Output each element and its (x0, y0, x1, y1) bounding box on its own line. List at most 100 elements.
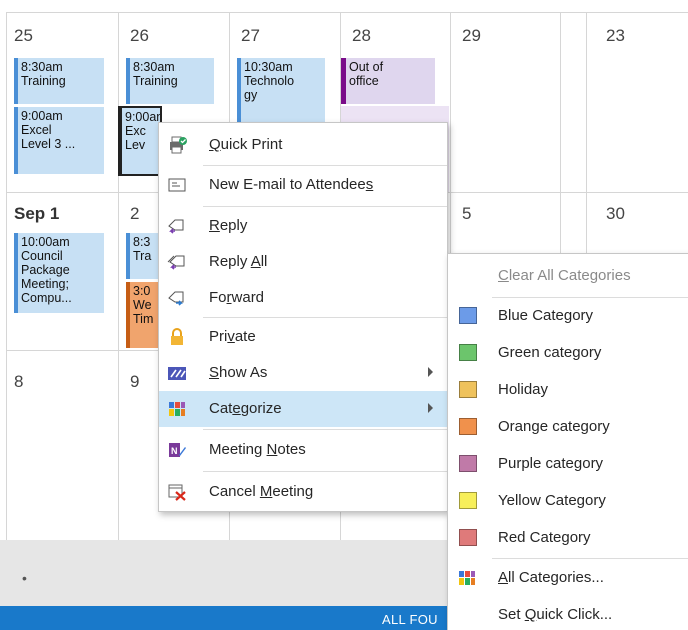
menu-item-reply[interactable]: Reply (159, 208, 447, 244)
menu-item-label: Red Category (498, 529, 591, 546)
quick-print-icon (170, 136, 187, 154)
event-training[interactable]: 8:30am Training (126, 58, 214, 104)
event-title: Exc (125, 124, 146, 138)
context-menu: Quick Print New E-mail to Attendees Repl… (158, 122, 448, 512)
category-holiday[interactable]: Holiday (448, 372, 688, 409)
event-council-meeting[interactable]: 10:00am Council Package Meeting; Compu..… (14, 233, 104, 313)
submenu-arrow-icon (428, 403, 433, 413)
event-training[interactable]: 8:30am Training (14, 58, 104, 104)
menu-item-label: Cancel Meeting (209, 483, 314, 500)
email-icon (168, 178, 186, 192)
day-number[interactable]: 27 (241, 26, 260, 46)
menu-item-private[interactable]: Private (159, 319, 447, 355)
menu-item-label: Set Quick Click... (498, 606, 613, 623)
event-technology[interactable]: 10:30am Technolo gy (237, 58, 325, 122)
menu-item-label: Reply (209, 217, 248, 234)
event-title: office (349, 74, 379, 88)
menu-item-label: New E-mail to Attendees (209, 176, 374, 193)
show-as-icon (168, 367, 186, 380)
categorize-submenu: Clear All Categories Blue Category Green… (447, 253, 688, 630)
menu-item-forward[interactable]: Forward (159, 280, 447, 316)
event-title: Training (21, 74, 66, 88)
menu-item-quick-print[interactable]: Quick Print (159, 127, 447, 163)
day-number[interactable]: 30 (606, 204, 625, 224)
menu-item-label: Show As (209, 364, 268, 381)
menu-item-label: Purple category (498, 455, 604, 472)
status-strip-label: ALL FOU (382, 612, 438, 627)
menu-item-label: Forward (209, 289, 265, 306)
category-purple[interactable]: Purple category (448, 446, 688, 483)
menu-separator (492, 558, 688, 559)
menu-item-meeting-notes[interactable]: N Meeting Notes (159, 432, 447, 468)
reply-all-icon (167, 255, 185, 270)
event-time: 8:30am (133, 60, 175, 74)
event-title: Training (133, 74, 178, 88)
category-yellow[interactable]: Yellow Category (448, 483, 688, 520)
menu-separator (203, 429, 447, 430)
grid-line (6, 12, 688, 13)
bullet: • (22, 570, 27, 586)
onenote-icon: N (169, 443, 186, 457)
menu-separator (203, 165, 447, 166)
submenu-arrow-icon (428, 367, 433, 377)
event-time: 10:00am (21, 235, 70, 249)
menu-item-label: Clear All Categories (498, 267, 631, 284)
menu-item-all-categories[interactable]: All Categories... (448, 560, 688, 597)
menu-separator (203, 471, 447, 472)
categorize-icon (169, 402, 185, 416)
day-number[interactable]: 28 (352, 26, 371, 46)
event-title: Excel (21, 123, 52, 137)
menu-item-clear-all-categories[interactable]: Clear All Categories (448, 258, 688, 295)
menu-item-label: Meeting Notes (209, 441, 306, 458)
day-number[interactable]: 26 (130, 26, 149, 46)
cancel-meeting-icon (168, 484, 186, 501)
category-green[interactable]: Green category (448, 335, 688, 372)
category-swatch (459, 344, 477, 361)
menu-item-label: Quick Print (209, 136, 283, 153)
forward-icon (168, 291, 184, 306)
day-number[interactable]: Sep 1 (14, 204, 59, 224)
menu-item-label: Reply All (209, 253, 268, 270)
event-title: gy (244, 88, 258, 102)
event-excel-selected[interactable]: 9:00am Exc Lev (118, 106, 162, 176)
menu-item-categorize[interactable]: Categorize (159, 391, 447, 427)
category-swatch (459, 307, 477, 324)
event-title: Council (21, 249, 63, 263)
day-number[interactable]: 29 (462, 26, 481, 46)
day-number[interactable]: 23 (606, 26, 625, 46)
menu-separator (203, 317, 447, 318)
category-swatch (459, 455, 477, 472)
menu-item-label: Holiday (498, 381, 549, 398)
day-number[interactable]: 2 (130, 204, 139, 224)
event-time: 9:00am (21, 109, 63, 123)
day-number[interactable]: 9 (130, 372, 139, 392)
category-swatch (459, 492, 477, 509)
menu-item-set-quick-click[interactable]: Set Quick Click... (448, 597, 688, 630)
day-number[interactable]: 5 (462, 204, 471, 224)
category-swatch (459, 381, 477, 398)
menu-item-show-as[interactable]: Show As (159, 355, 447, 391)
event-excel[interactable]: 9:00am Excel Level 3 ... (14, 107, 104, 174)
category-swatch (459, 418, 477, 435)
menu-item-new-email[interactable]: New E-mail to Attendees (159, 167, 447, 203)
event-title: Meeting; (21, 277, 69, 291)
menu-item-label: Private (209, 328, 256, 345)
day-number[interactable]: 25 (14, 26, 33, 46)
event-title: Out of (349, 60, 384, 74)
menu-item-label: Orange category (498, 418, 610, 435)
event-time: 10:30am (244, 60, 293, 74)
menu-item-label: Yellow Category (498, 492, 606, 509)
category-orange[interactable]: Orange category (448, 409, 688, 446)
menu-item-reply-all[interactable]: Reply All (159, 244, 447, 280)
event-out-of-office[interactable]: Out of office (341, 58, 435, 104)
category-swatch (459, 529, 477, 546)
category-blue[interactable]: Blue Category (448, 298, 688, 335)
menu-item-cancel-meeting[interactable]: Cancel Meeting (159, 474, 447, 510)
menu-item-label: All Categories... (498, 569, 604, 586)
event-time: 9:00am (125, 110, 160, 124)
menu-item-label: Blue Category (498, 307, 594, 324)
day-number[interactable]: 8 (14, 372, 23, 392)
category-red[interactable]: Red Category (448, 520, 688, 557)
svg-text:N: N (171, 446, 178, 456)
event-title: Compu... (21, 291, 72, 305)
